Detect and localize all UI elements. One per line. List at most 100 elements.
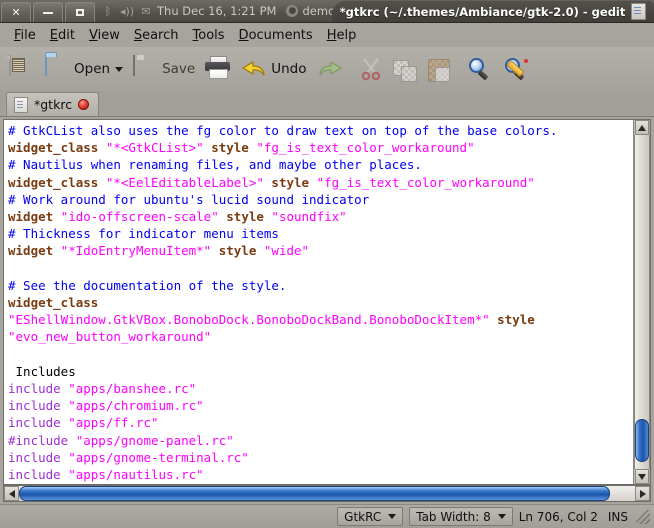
- code-token: "evo_new_button_workaround": [8, 329, 211, 344]
- mail-icon[interactable]: ✉: [139, 4, 153, 18]
- code-token: "apps/gnome-terminal.rc": [68, 450, 249, 465]
- scissors-icon: [359, 57, 383, 81]
- menu-view[interactable]: View: [82, 26, 127, 45]
- code-token: "apps/chromium.rc": [68, 398, 203, 413]
- source-code-view[interactable]: # GtkCList also uses the fg color to dra…: [4, 120, 633, 484]
- open-button[interactable]: Open: [40, 50, 128, 88]
- code-line: # Nautilus when renaming files, and mayb…: [8, 156, 633, 173]
- menu-search[interactable]: Search: [127, 26, 186, 45]
- tab-gtkrc[interactable]: *gtkrc: [6, 92, 99, 116]
- vertical-scrollbar[interactable]: [633, 120, 650, 484]
- chevron-up-icon: [638, 125, 646, 131]
- find-button[interactable]: [462, 50, 498, 88]
- vertical-scroll-thumb[interactable]: [635, 419, 649, 462]
- chevron-down-icon[interactable]: [115, 67, 123, 72]
- panel-clock[interactable]: Thu Dec 16, 1:21 PM: [157, 4, 276, 18]
- code-token: "soundfix": [271, 209, 346, 224]
- language-label: GtkRC: [344, 510, 381, 524]
- scroll-left-button[interactable]: [4, 486, 19, 501]
- code-token: "apps/gnome-panel.rc": [76, 433, 234, 448]
- copy-icon: [393, 57, 417, 81]
- statusbar: GtkRC Tab Width: 8 Ln 706, Col 2 INS: [0, 504, 654, 528]
- window-title: *gtkrc (~/.themes/Ambiance/gtk-2.0) - ge…: [340, 5, 626, 19]
- code-token: # Work around for ubuntu's lucid sound i…: [8, 192, 369, 207]
- tab-width-selector[interactable]: Tab Width: 8: [409, 507, 512, 526]
- new-document-button[interactable]: [4, 50, 40, 88]
- editor-area: # GtkCList also uses the fg color to dra…: [0, 117, 654, 485]
- code-token: # Nautilus when renaming files, and mayb…: [8, 157, 422, 172]
- code-token: style: [211, 140, 256, 155]
- minimize-icon: [43, 12, 53, 14]
- window-close-button[interactable]: ✕: [1, 2, 31, 22]
- code-line: widget "*IdoEntryMenuItem*" style "wide": [8, 242, 633, 259]
- code-line: widget_class "*<GtkCList>" style "fg_is_…: [8, 139, 633, 156]
- print-button[interactable]: [200, 50, 236, 88]
- code-line: # Work around for ubuntu's lucid sound i…: [8, 191, 633, 208]
- scroll-right-button[interactable]: [635, 486, 650, 501]
- maximize-icon: [76, 9, 84, 16]
- code-token: # GtkCList also uses the fg color to dra…: [8, 123, 557, 138]
- undo-button[interactable]: Undo: [236, 50, 311, 88]
- scroll-down-button[interactable]: [635, 469, 649, 484]
- chevron-down-icon: [638, 474, 646, 480]
- code-line: # Thickness for indicator menu items: [8, 225, 633, 242]
- panel-tray[interactable]: ᛒ ◂)) ✉: [101, 4, 153, 18]
- window-titlebar[interactable]: *gtkrc (~/.themes/Ambiance/gtk-2.0) - ge…: [332, 0, 654, 23]
- editor-frame: # GtkCList also uses the fg color to dra…: [3, 119, 651, 485]
- window-minimize-button[interactable]: [33, 2, 63, 22]
- code-line: Includes: [8, 363, 633, 380]
- language-selector[interactable]: GtkRC: [337, 507, 403, 526]
- code-line: "EShellWindow.GtkVBox.BonoboDock.BonoboD…: [8, 311, 633, 328]
- code-token: include: [8, 381, 68, 396]
- replace-button[interactable]: [498, 50, 534, 88]
- window-control-buttons: ✕: [0, 0, 97, 22]
- code-token: widget_class: [8, 140, 106, 155]
- code-token: "apps/nautilus.rc": [68, 467, 203, 482]
- menu-tools[interactable]: Tools: [186, 26, 232, 45]
- close-icon: ✕: [11, 7, 20, 18]
- code-token: "fg_is_text_color_workaround": [256, 140, 474, 155]
- code-token: style: [219, 243, 264, 258]
- code-token: #include: [8, 433, 76, 448]
- tab-close-icon[interactable]: [78, 99, 89, 110]
- volume-icon[interactable]: ◂)): [120, 4, 134, 18]
- code-token: style: [271, 175, 316, 190]
- save-button[interactable]: Save: [128, 50, 200, 88]
- insert-mode-indicator: INS: [608, 510, 628, 524]
- find-replace-icon: [503, 56, 529, 82]
- code-token: include: [8, 467, 68, 482]
- code-token: widget_class: [8, 295, 98, 310]
- code-line: #include "apps/gnome-panel.rc": [8, 432, 633, 449]
- menu-help[interactable]: Help: [320, 26, 364, 45]
- menu-edit[interactable]: Edit: [43, 26, 82, 45]
- code-token: "*<EelEditableLabel>": [106, 175, 272, 190]
- menu-documents[interactable]: Documents: [232, 26, 320, 45]
- scroll-up-button[interactable]: [635, 120, 649, 135]
- vertical-scroll-track[interactable]: [634, 135, 650, 469]
- menubar: File Edit View Search Tools Documents He…: [0, 22, 654, 47]
- horizontal-scrollbar[interactable]: [3, 485, 651, 502]
- code-token: widget: [8, 243, 61, 258]
- code-token: widget_class: [8, 175, 106, 190]
- save-icon: [133, 56, 159, 82]
- window-maximize-button[interactable]: [65, 2, 95, 22]
- code-line: include "apps/ff.rc": [8, 414, 633, 431]
- menu-file[interactable]: File: [7, 26, 43, 45]
- cut-button: [354, 50, 388, 88]
- code-token: Includes: [8, 364, 76, 379]
- gedit-window: ✕ ᛒ ◂)) ✉ Thu Dec 16, 1:21 PM ● demonlor…: [0, 0, 654, 528]
- code-line: include "apps/gnome-terminal.rc": [8, 449, 633, 466]
- tab-label: *gtkrc: [34, 97, 72, 112]
- code-token: include: [8, 450, 68, 465]
- resize-grip[interactable]: [636, 510, 650, 524]
- code-line: # GtkCList also uses the fg color to dra…: [8, 122, 633, 139]
- code-token: "fg_is_text_color_workaround": [317, 175, 535, 190]
- search-icon: [467, 56, 493, 82]
- bluetooth-icon[interactable]: ᛒ: [101, 4, 115, 18]
- horizontal-scroll-track[interactable]: [19, 486, 635, 501]
- code-token: "*IdoEntryMenuItem*": [61, 243, 219, 258]
- code-token: "apps/ff.rc": [68, 415, 158, 430]
- redo-icon: [316, 58, 343, 80]
- horizontal-scroll-thumb[interactable]: [19, 486, 610, 501]
- code-line: include "apps/nautilus.rc": [8, 466, 633, 483]
